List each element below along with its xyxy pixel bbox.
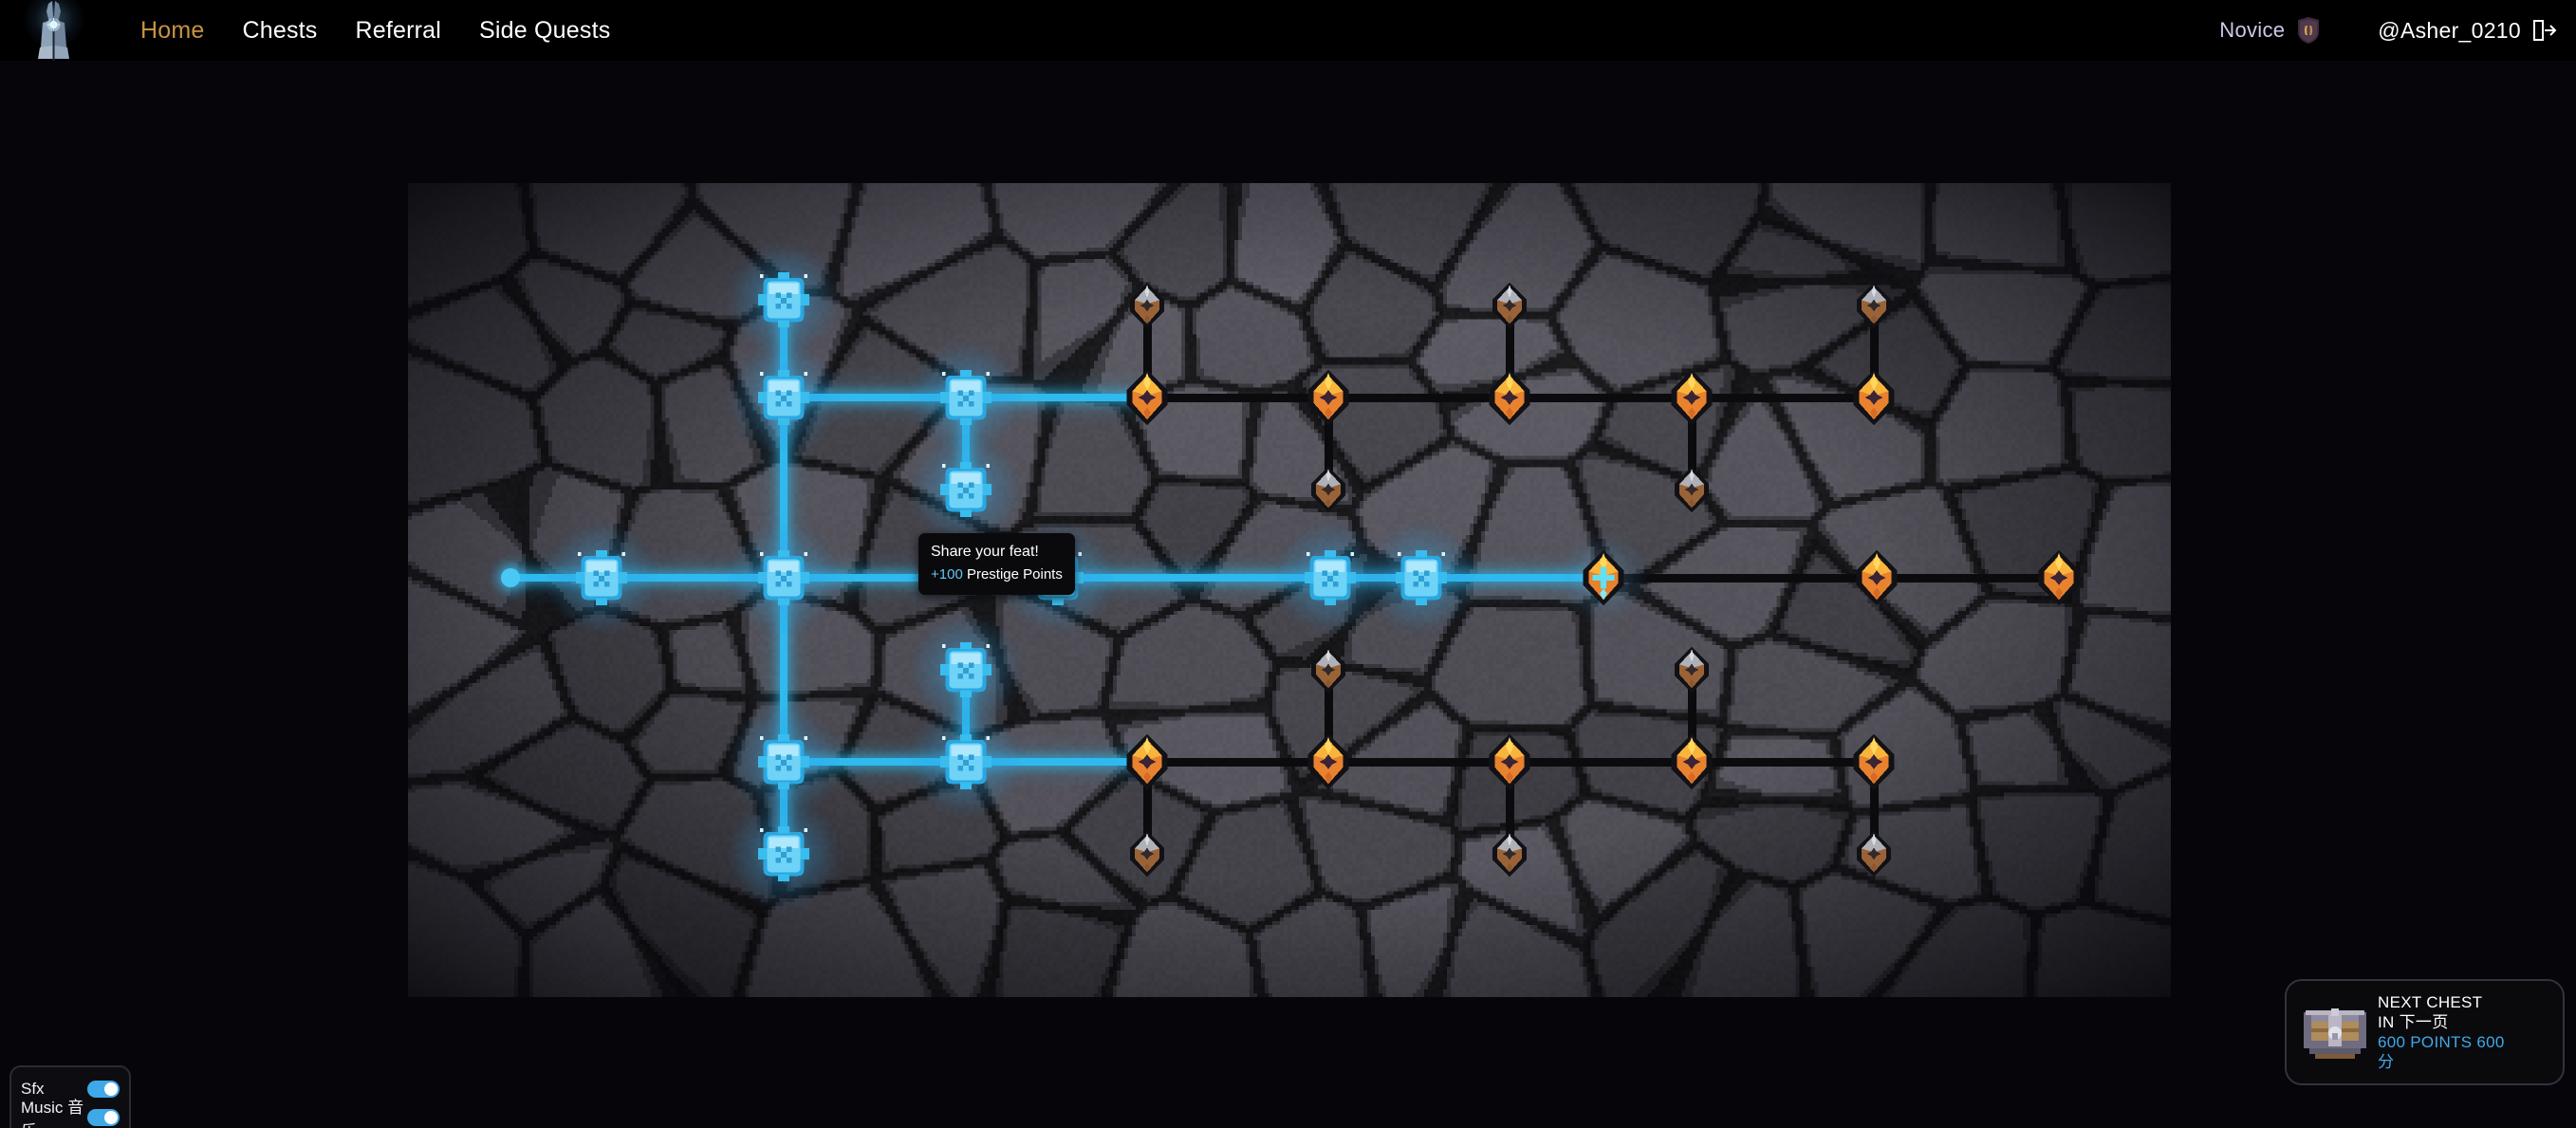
crystal-monolith-icon <box>38 1 69 61</box>
next-chest-title-line2: IN 下一页 <box>2378 1012 2449 1031</box>
locked-quest-node[interactable] <box>1667 645 1716 694</box>
app-logo[interactable] <box>17 0 91 66</box>
next-chest-title-line1: NEXT CHEST <box>2378 992 2483 1011</box>
music-label: Music 音乐 <box>21 1099 84 1128</box>
available-quest-node[interactable] <box>1844 368 1903 427</box>
next-chest-points-line2: 分 <box>2378 1053 2395 1072</box>
completed-quest-node[interactable] <box>936 460 995 519</box>
locked-quest-node[interactable] <box>1485 829 1534 878</box>
available-quest-node[interactable] <box>1847 548 1906 607</box>
shield-badge-icon[interactable] <box>2296 17 2321 44</box>
completed-quest-node[interactable] <box>1392 548 1451 607</box>
main-nav: Home Chests Referral Side Quests <box>121 0 629 61</box>
tooltip-reward-amount: +100 <box>931 566 963 583</box>
available-quest-node[interactable] <box>2029 548 2088 607</box>
rank-label: Novice <box>2219 18 2286 42</box>
completed-quest-node[interactable] <box>936 368 995 427</box>
next-chest-text: NEXT CHEST IN 下一页 600 POINTS 600 分 <box>2378 992 2505 1073</box>
sfx-toggle[interactable] <box>87 1081 120 1098</box>
user-name-label[interactable]: @Asher_0210 <box>2378 18 2521 44</box>
next-chest-panel[interactable]: NEXT CHEST IN 下一页 600 POINTS 600 分 <box>2285 979 2565 1085</box>
tooltip-reward-label: Prestige Points <box>966 566 1063 583</box>
path-start-marker <box>501 568 520 587</box>
completed-quest-node[interactable] <box>754 824 813 883</box>
available-quest-node[interactable] <box>1662 732 1721 791</box>
tooltip-title: Share your feat! <box>931 544 1039 560</box>
completed-quest-node[interactable] <box>936 640 995 699</box>
locked-quest-node[interactable] <box>1304 465 1353 514</box>
nav-item-side-quests[interactable]: Side Quests <box>460 0 629 61</box>
logout-icon[interactable] <box>2532 19 2557 42</box>
next-chest-points-line1: 600 POINTS 600 <box>2378 1033 2505 1051</box>
available-quest-node[interactable] <box>1299 732 1358 791</box>
completed-quest-node[interactable] <box>754 548 813 607</box>
share-feat-tooltip: Share your feat! +100 Prestige Points <box>918 533 1075 595</box>
top-header-bar: Home Chests Referral Side Quests Novice … <box>0 0 2576 61</box>
current-node[interactable] <box>1574 548 1633 607</box>
app-root: Home Chests Referral Side Quests Novice … <box>0 0 2576 1128</box>
audio-settings-panel: Sfx Music 音乐 <box>9 1065 131 1128</box>
completed-quest-node[interactable] <box>936 732 995 791</box>
treasure-chest-icon <box>2300 999 2370 1065</box>
locked-quest-node[interactable] <box>1667 465 1716 514</box>
header-right-group: Novice @Asher_0210 <box>2219 0 2557 61</box>
locked-quest-node[interactable] <box>1122 829 1172 878</box>
nav-item-chests[interactable]: Chests <box>224 0 337 61</box>
available-quest-node[interactable] <box>1662 368 1721 427</box>
locked-quest-node[interactable] <box>1849 829 1899 878</box>
music-toggle-knob <box>104 1111 118 1124</box>
rock-texture <box>408 183 2171 997</box>
nav-item-referral[interactable]: Referral <box>337 0 461 61</box>
available-quest-node[interactable] <box>1118 368 1177 427</box>
audio-row-music: Music 音乐 <box>21 1099 120 1128</box>
nav-item-home[interactable]: Home <box>121 0 224 61</box>
locked-quest-node[interactable] <box>1849 281 1899 330</box>
available-quest-node[interactable] <box>1480 368 1539 427</box>
completed-quest-node[interactable] <box>572 548 631 607</box>
completed-quest-node[interactable] <box>754 368 813 427</box>
available-quest-node[interactable] <box>1844 732 1903 791</box>
quest-map-canvas[interactable] <box>408 183 2171 997</box>
completed-quest-node[interactable] <box>754 732 813 791</box>
completed-quest-node[interactable] <box>1301 548 1360 607</box>
completed-quest-node[interactable] <box>754 270 813 329</box>
available-quest-node[interactable] <box>1118 732 1177 791</box>
path-edge-locked <box>1603 573 2059 582</box>
tooltip-reward: +100 Prestige Points <box>931 564 1063 585</box>
music-toggle[interactable] <box>87 1109 120 1126</box>
locked-quest-node[interactable] <box>1485 281 1534 330</box>
available-quest-node[interactable] <box>1480 732 1539 791</box>
available-quest-node[interactable] <box>1299 368 1358 427</box>
locked-quest-node[interactable] <box>1122 281 1172 330</box>
locked-quest-node[interactable] <box>1304 645 1353 694</box>
sfx-toggle-knob <box>104 1082 118 1096</box>
